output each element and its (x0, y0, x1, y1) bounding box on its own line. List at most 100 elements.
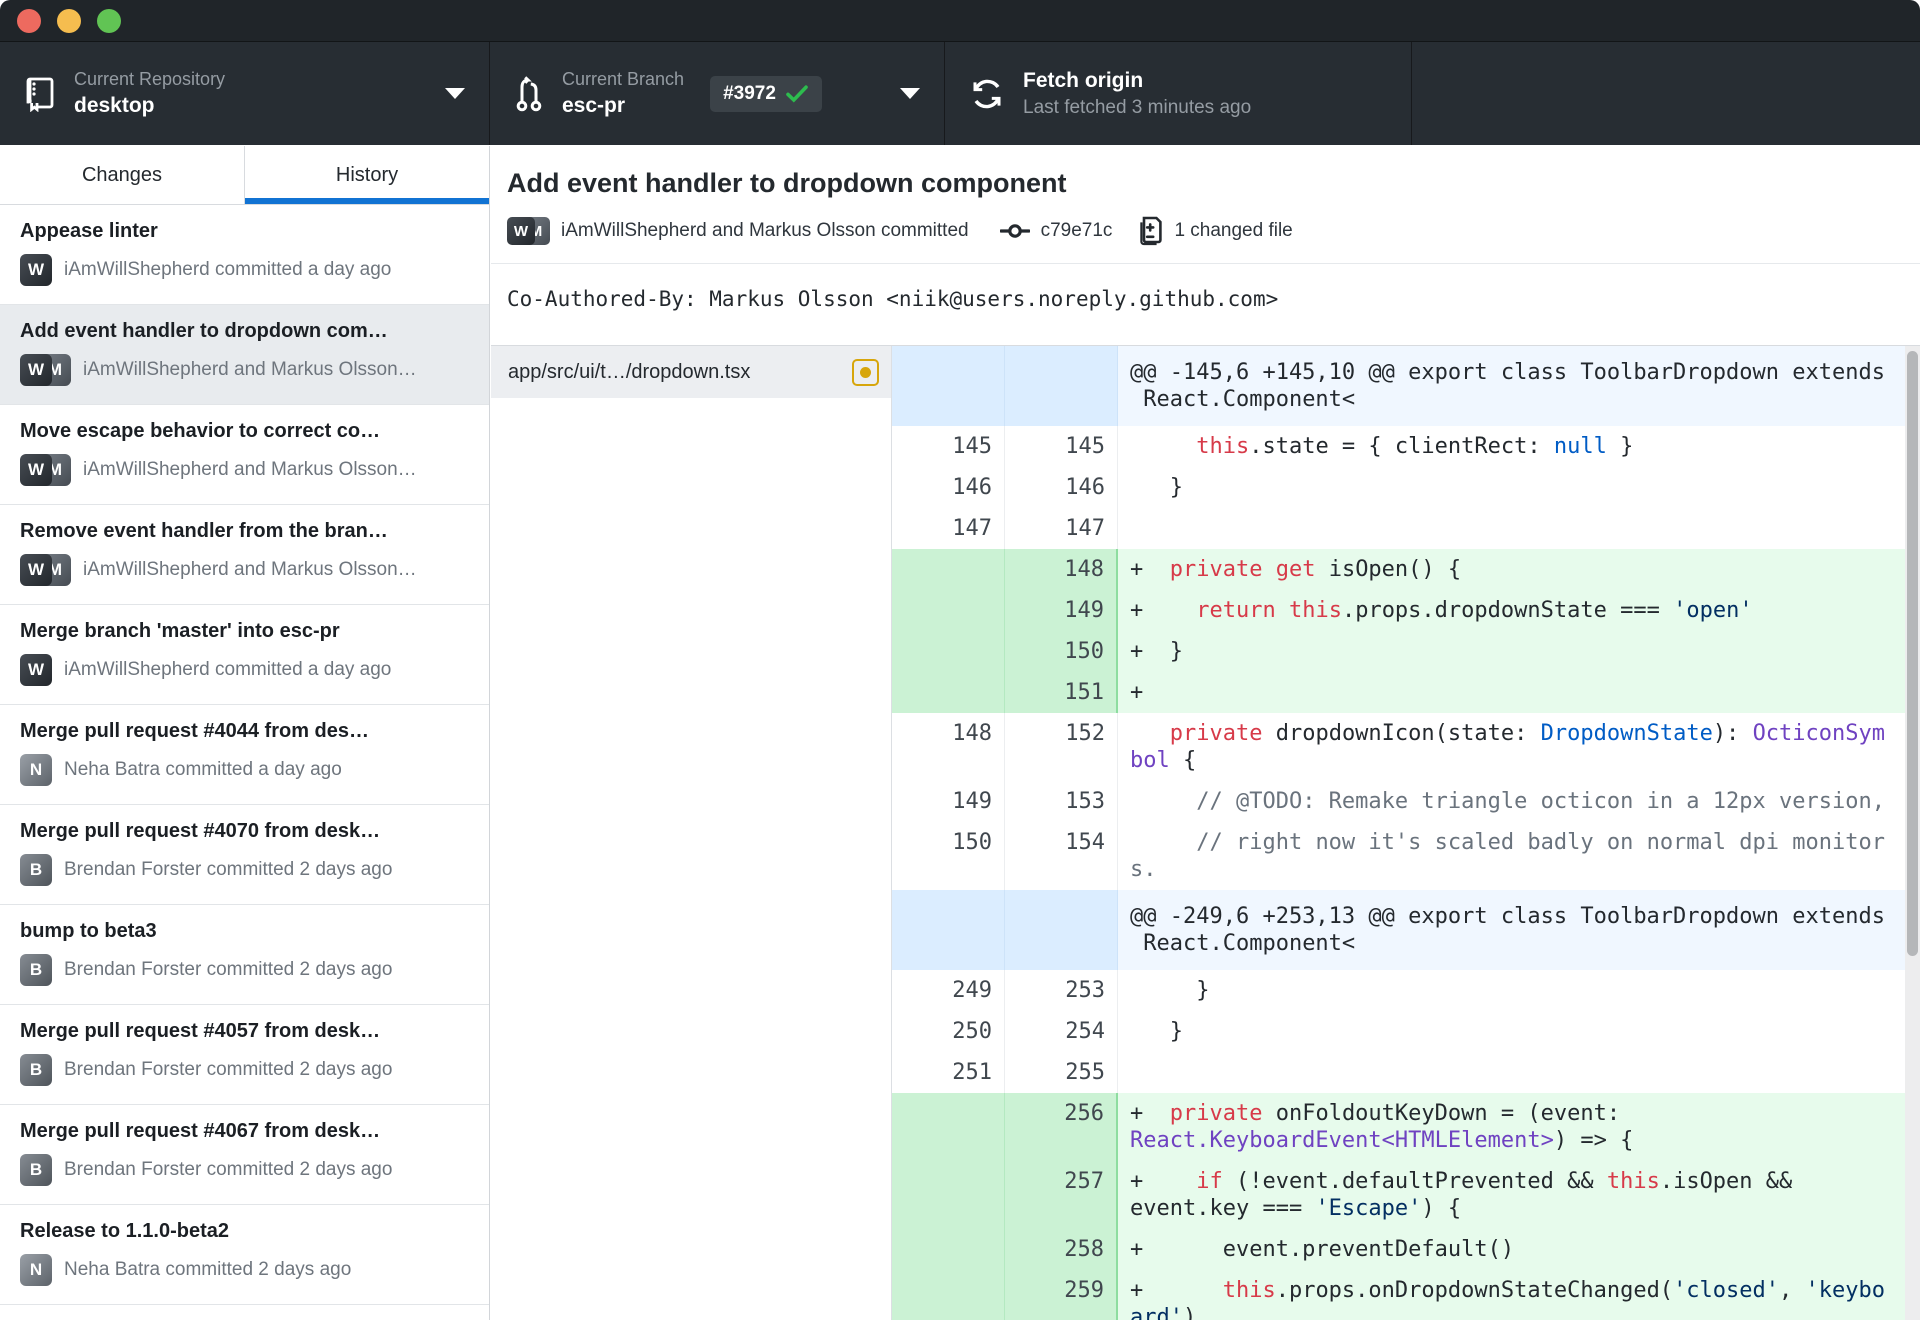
commit-title: Merge pull request #4070 from desk… (20, 820, 381, 842)
commit-list-item[interactable]: Add event handler to dropdown com… WM iA… (0, 305, 489, 405)
diff-code-line: + private onFoldoutKeyDown = (event: Rea… (1118, 1093, 1920, 1161)
commit-avatars: B (20, 854, 52, 886)
diff-old-line-number: 150 (892, 822, 1005, 890)
diff-code-line (1118, 508, 1920, 549)
diff-row: 150 154 // right now it's scaled badly o… (892, 822, 1920, 890)
pr-number: #3972 (723, 82, 776, 104)
diff-new-line-number: 253 (1005, 970, 1118, 1011)
diff-row: 259 + this.props.onDropdownStateChanged(… (892, 1270, 1920, 1320)
diff-new-line-number: 147 (1005, 508, 1118, 549)
commit-list-item[interactable]: Remove event handler from the bran… WM i… (0, 505, 489, 605)
commit-detail-pane: Add event handler to dropdown component … (491, 146, 1920, 1320)
tab-history[interactable]: History (244, 146, 489, 204)
diff-new-line-number (1005, 890, 1118, 970)
commit-meta: iAmWillShepherd and Markus Olsson… (83, 559, 417, 580)
commit-meta: Brendan Forster committed 2 days ago (64, 1059, 393, 1080)
diff-old-line-number: 250 (892, 1011, 1005, 1052)
diff-code-line: + } (1118, 631, 1920, 672)
commit-avatars: N (20, 1254, 52, 1286)
commit-title: Add event handler to dropdown com… (20, 320, 388, 342)
diff-new-line-number: 255 (1005, 1052, 1118, 1093)
diff-code-line: // right now it's scaled badly on normal… (1130, 830, 1885, 882)
commit-meta: Neha Batra committed 2 days ago (64, 1259, 352, 1280)
avatar: B (20, 1154, 52, 1186)
diff-row: @@ -249,6 +253,13 @@ export class Toolba… (892, 890, 1920, 970)
commit-list-item[interactable]: Merge pull request #4067 from desk… B Br… (0, 1105, 489, 1205)
fetch-origin-button[interactable]: Fetch origin Last fetched 3 minutes ago (945, 42, 1412, 145)
commit-list-item[interactable]: Merge pull request #4052 from d… (0, 1305, 489, 1320)
diff-old-line-number (892, 1270, 1005, 1320)
diff-new-line-number: 152 (1005, 713, 1118, 781)
commit-meta-row: WM iAmWillShepherd and Markus Olsson com… (491, 216, 1920, 246)
commit-avatars: W (20, 254, 52, 286)
diff-new-line-number: 151 (1005, 672, 1118, 713)
commit-list-item[interactable]: Appease linter W iAmWillShepherd committ… (0, 205, 489, 305)
commit-title: Merge branch 'master' into esc-pr (20, 620, 340, 642)
diff-old-line-number (892, 631, 1005, 672)
diff-row: 258 + event.preventDefault() (892, 1229, 1920, 1270)
diff-code-line: this.state = { clientRect: null } (1196, 434, 1634, 459)
close-window-button[interactable] (17, 8, 41, 33)
fetch-origin-label: Fetch origin (1023, 68, 1144, 92)
diff-scrollbar-thumb[interactable] (1907, 351, 1918, 956)
diff-old-line-number (892, 1093, 1005, 1161)
diff-new-line-number: 153 (1005, 781, 1118, 822)
current-repository-value: desktop (74, 94, 155, 117)
diff-old-line-number: 146 (892, 467, 1005, 508)
commit-list-item[interactable]: Release to 1.1.0-beta2 N Neha Batra comm… (0, 1205, 489, 1305)
diff-old-line-number (892, 346, 1005, 426)
avatar: W (507, 217, 535, 245)
minimize-window-button[interactable] (57, 8, 81, 33)
tab-changes[interactable]: Changes (0, 146, 244, 204)
diff-code-line (1118, 1052, 1920, 1093)
diff-code-line: // @TODO: Remake triangle octicon in a 1… (1196, 789, 1885, 814)
avatar: B (20, 854, 52, 886)
commit-meta: iAmWillShepherd and Markus Olsson… (83, 359, 417, 380)
file-path: app/src/ui/t…/dropdown.tsx (508, 360, 751, 383)
last-fetched-text: Last fetched 3 minutes ago (1023, 96, 1252, 118)
diff-new-line-number: 148 (1005, 549, 1118, 590)
commit-list-item[interactable]: Merge pull request #4057 from desk… B Br… (0, 1005, 489, 1105)
diff-new-line-number: 145 (1005, 426, 1118, 467)
commit-list-item[interactable]: Merge pull request #4044 from des… N Neh… (0, 705, 489, 805)
diff-code-line: + event.preventDefault() (1118, 1229, 1920, 1270)
commit-avatars: B (20, 1154, 52, 1186)
avatar: N (20, 1254, 52, 1286)
avatar: B (20, 1054, 52, 1086)
diff-row: @@ -145,6 +145,10 @@ export class Toolba… (892, 346, 1920, 426)
git-branch-icon (514, 75, 544, 113)
changed-file-row[interactable]: app/src/ui/t…/dropdown.tsx (491, 346, 891, 398)
diff-row: 150 + } (892, 631, 1920, 672)
current-repository-label: Current Repository (74, 69, 226, 89)
commit-meta: Neha Batra committed a day ago (64, 759, 342, 780)
diff-code-line: + if (!event.defaultPrevented && this.is… (1118, 1161, 1920, 1229)
changed-files-count: 1 changed file (1174, 220, 1293, 241)
diff-row: 256 + private onFoldoutKeyDown = (event:… (892, 1093, 1920, 1161)
diff-new-line-number: 149 (1005, 590, 1118, 631)
commit-list-item[interactable]: Merge pull request #4070 from desk… B Br… (0, 805, 489, 905)
committer-avatars: WM (507, 217, 550, 245)
pr-status-badge: #3972 (710, 75, 822, 112)
diff-old-line-number (892, 1229, 1005, 1270)
diff-scrollbar-track[interactable] (1905, 346, 1920, 1320)
diff-code-line: @@ -145,6 +145,10 @@ export class Toolba… (1118, 346, 1920, 426)
repo-icon (24, 76, 56, 112)
diff-old-line-number (892, 590, 1005, 631)
diff-new-line-number: 259 (1005, 1270, 1118, 1320)
file-diff-panel: app/src/ui/t…/dropdown.tsx @@ -145,6 +14… (491, 345, 1920, 1320)
commit-avatars: W (20, 654, 52, 686)
zoom-window-button[interactable] (97, 8, 121, 33)
current-repository-button[interactable]: Current Repository desktop (0, 42, 490, 145)
commit-list-item[interactable]: bump to beta3 B Brendan Forster committe… (0, 905, 489, 1005)
commit-list-item[interactable]: Merge branch 'master' into esc-pr W iAmW… (0, 605, 489, 705)
avatar: W (20, 254, 52, 286)
avatar: B (20, 954, 52, 986)
diff-new-line-number: 154 (1005, 822, 1118, 890)
commit-list-item[interactable]: Move escape behavior to correct co… WM i… (0, 405, 489, 505)
diff-old-line-number (892, 890, 1005, 970)
diff-code-line: + this.props.onDropdownStateChanged('clo… (1118, 1270, 1920, 1320)
sync-icon (969, 76, 1005, 112)
commit-meta: iAmWillShepherd committed a day ago (64, 259, 392, 280)
commit-title: Merge pull request #4057 from desk… (20, 1020, 381, 1042)
current-branch-button[interactable]: Current Branch esc-pr #3972 (490, 42, 945, 145)
